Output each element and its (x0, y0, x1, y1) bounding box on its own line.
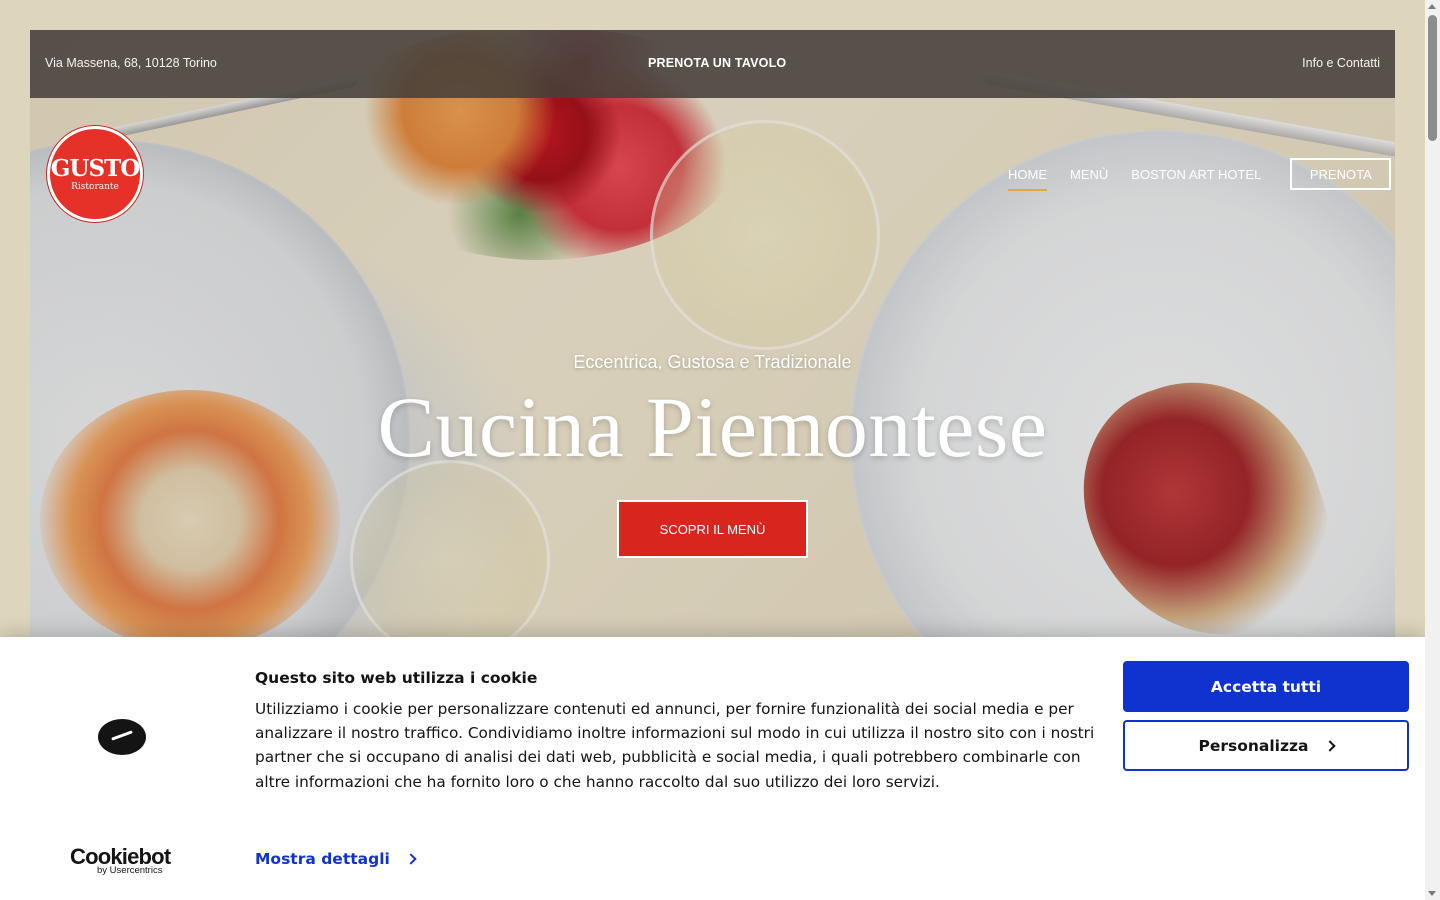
cookie-description: Utilizziamo i cookie per personalizzare … (255, 700, 1095, 791)
scrollbar-thumb[interactable] (1428, 15, 1437, 141)
cookie-title: Questo sito web utilizza i cookie (255, 669, 538, 687)
main-nav: HOME MENÙ BOSTON ART HOTEL PRENOTA (1008, 158, 1392, 191)
show-details-label: Mostra dettagli (255, 850, 390, 868)
restaurant-logo[interactable]: GUSTO Ristorante (47, 126, 143, 222)
logo-name: GUSTO (50, 155, 140, 182)
customize-button[interactable]: Personalizza (1123, 720, 1409, 771)
nav-book-button[interactable]: PRENOTA (1290, 158, 1392, 190)
hero-headline: Cucina Piemontese (377, 379, 1048, 475)
top-bar: Via Massena, 68, 10128 Torino PRENOTA UN… (30, 30, 1395, 98)
cookie-banner: Cookiebot by Usercentrics Questo sito we… (0, 637, 1425, 900)
discover-menu-button[interactable]: SCOPRI IL MENÙ (617, 500, 808, 558)
chevron-right-icon (405, 853, 417, 865)
logo-subtitle: Ristorante (71, 182, 119, 192)
hero-section: Via Massena, 68, 10128 Torino PRENOTA UN… (30, 30, 1395, 640)
hero-tagline: Eccentrica, Gustosa e Tradizionale (573, 352, 852, 372)
accept-all-button[interactable]: Accetta tutti (1123, 661, 1409, 712)
cookiebot-logo-icon (98, 719, 146, 755)
scroll-up-icon[interactable] (1428, 4, 1436, 9)
page-scrollbar[interactable] (1425, 0, 1440, 900)
scroll-down-icon[interactable] (1428, 891, 1436, 896)
nav-item-menu[interactable]: MENÙ (1070, 167, 1108, 182)
info-contacts-link[interactable]: Info e Contatti (1302, 56, 1380, 70)
nav-item-boston-art-hotel[interactable]: BOSTON ART HOTEL (1131, 167, 1261, 182)
show-details-link[interactable]: Mostra dettagli (255, 850, 417, 868)
chevron-right-icon (1323, 739, 1336, 752)
customize-label: Personalizza (1198, 736, 1309, 755)
cookiebot-brand-by: by Usercentrics (97, 865, 163, 876)
nav-item-home[interactable]: HOME (1008, 167, 1047, 191)
book-table-link[interactable]: PRENOTA UN TAVOLO (648, 56, 786, 70)
address-link[interactable]: Via Massena, 68, 10128 Torino (45, 56, 217, 70)
